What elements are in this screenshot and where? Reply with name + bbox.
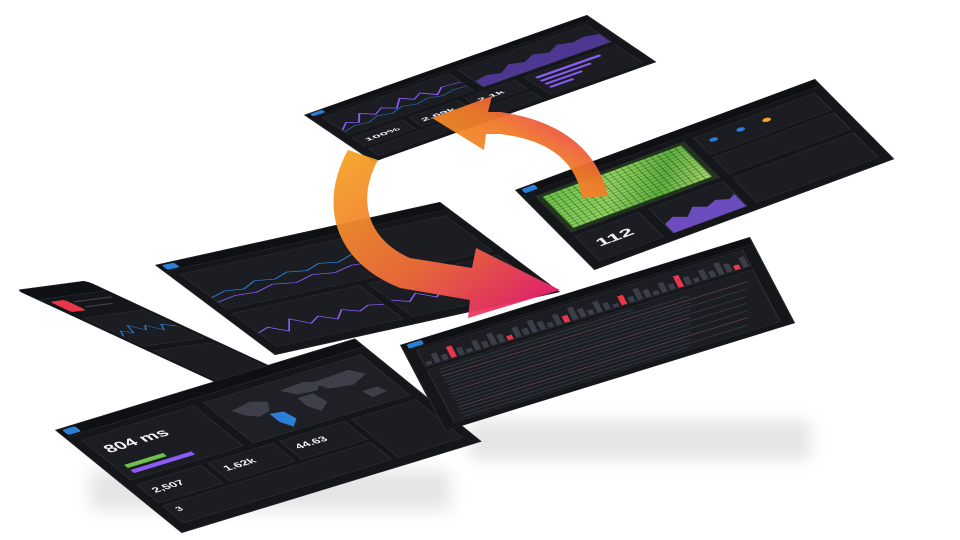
bar [611,302,620,308]
bar [732,264,741,271]
bar [692,277,701,283]
logo-icon [309,109,326,117]
bar [697,268,709,281]
latency-value: 804 ms [99,426,173,455]
count-value: 112 [591,225,638,249]
bar [430,352,441,363]
bar [465,347,474,353]
logo-icon [160,262,180,270]
bar [506,334,514,341]
dashboard-collage: 100% 2.69k 2.1k 112 804 ms 2,507 1.62k 4… [0,0,960,540]
bar [642,288,652,298]
bar [667,282,676,291]
bar [495,333,506,343]
bar [455,346,465,356]
bar [627,295,636,303]
bar [521,327,530,336]
bar [682,275,693,286]
bar [511,326,522,338]
bar [586,308,595,316]
bar [425,360,433,366]
bar [576,307,587,318]
logo-icon [520,184,539,194]
logo-icon [405,339,424,349]
bar [657,281,668,293]
logo-icon [61,425,82,436]
bar [617,294,628,306]
stat-value: 2,507 [148,477,188,495]
bar [561,314,571,323]
heatmap-dashboard[interactable]: 112 [515,79,895,270]
bar [480,340,490,348]
stat-value: 44.63 [291,434,331,451]
bar [601,301,611,311]
stat-value: 1.62k [220,456,259,473]
stat-value: 3 [173,505,187,514]
timeseries-tile [367,254,543,318]
bar [551,313,563,326]
log-row [463,345,691,417]
bar [652,289,660,296]
app-icon [49,299,87,312]
top-bar [17,281,108,301]
bar [546,321,555,328]
bar [470,339,482,351]
bar [440,353,449,361]
overview-dashboard[interactable]: 100% 2.69k 2.1k [304,15,657,163]
chart-tile [82,309,205,347]
bar [707,270,717,278]
bar [536,320,547,331]
bar [591,300,603,313]
bar [738,255,749,268]
shadow [470,420,810,460]
bar [722,262,733,273]
